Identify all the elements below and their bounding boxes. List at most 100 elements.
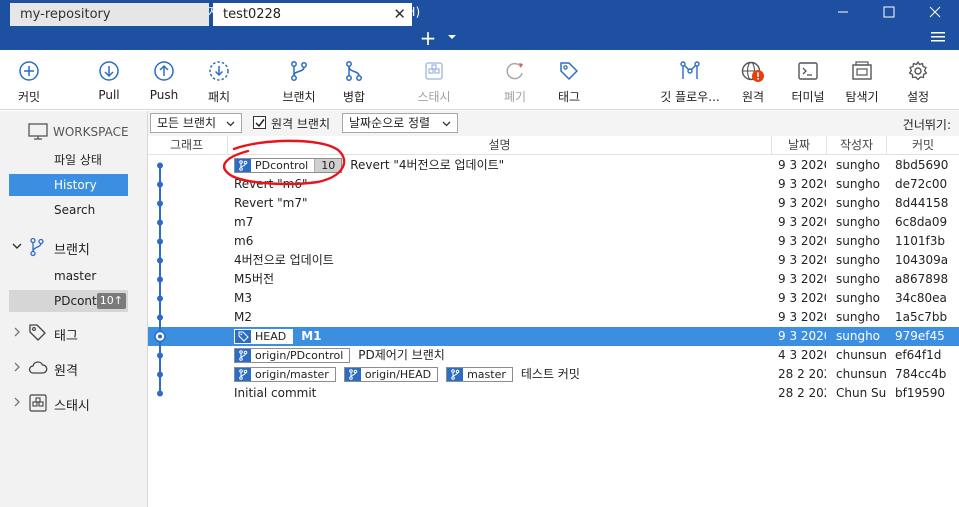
sidebar-section-remotes[interactable]: 원격 [10, 357, 140, 379]
commit-row[interactable]: Revert "m7" 9 3 2020 sungho 8d44158 [148, 194, 959, 213]
merge-button[interactable]: 병합 [333, 50, 375, 110]
commit-message: 4버전으로 업데이트 [234, 253, 334, 267]
sidebar-section-branches[interactable]: 브랜치 [10, 236, 140, 258]
sidebar-section-label: 태그 [54, 329, 78, 344]
commit-row[interactable]: origin/master origin/HEAD master 테스트 커밋 28 2… [148, 365, 959, 384]
commit-row[interactable]: m7 9 3 2020 sungho 6c8da09 [148, 213, 959, 232]
ref-label[interactable]: origin/PDcontrol [234, 348, 351, 363]
push-button[interactable]: Push [143, 50, 185, 110]
remote-branches-checkbox[interactable] [253, 116, 266, 129]
hamburger-menu-icon[interactable] [930, 30, 946, 44]
ref-label[interactable]: master [446, 367, 513, 382]
commit-date: 9 3 2020 [778, 234, 826, 248]
commit-plus-icon [19, 61, 39, 81]
sidebar-item-history[interactable]: History [9, 174, 128, 196]
tag-label: 태그 [557, 90, 581, 104]
fetch-icon [209, 61, 229, 81]
commit-author: sungho [836, 272, 881, 286]
commit-row[interactable]: origin/PDcontrol PD제어기 브랜치 4 3 2020 chunsun… [148, 346, 959, 365]
graph-node [157, 200, 163, 207]
commit-author: sungho [836, 329, 881, 343]
ref-label[interactable]: HEAD [234, 329, 294, 344]
commit-description: origin/PDcontrol PD제어기 브랜치 [234, 346, 770, 365]
tab-test0228[interactable]: test0228 ✕ [213, 3, 412, 26]
tab-list-dropdown-icon[interactable] [447, 33, 457, 41]
sidebar-section-stashes[interactable]: 스태시 [10, 392, 140, 414]
new-tab-button[interactable]: + [418, 27, 438, 49]
column-header-date[interactable]: 날짜 [772, 136, 827, 155]
commit-author: chunsung [836, 348, 886, 362]
ref-ahead-count: 10 [314, 159, 342, 172]
column-header-author[interactable]: 작성자 [827, 136, 887, 155]
commit-description: Initial commit [234, 384, 770, 403]
commit-row[interactable]: 4버전으로 업데이트 9 3 2020 sungho 104309a [148, 251, 959, 270]
sort-dropdown[interactable]: 날짜순으로 정렬 [342, 113, 458, 133]
branch-button[interactable]: 브랜치 [277, 50, 321, 110]
commit-row[interactable]: Revert "m6" 9 3 2020 sungho de72c00 [148, 175, 959, 194]
column-header-commit[interactable]: 커밋 [887, 136, 959, 155]
commit-row[interactable]: PDcontrol 10 Revert "4버전으로 업데이트" 9 3 2020 su… [148, 156, 959, 175]
commit-row[interactable]: HEAD M1 9 3 2020 sungho 979ef45 [148, 327, 959, 346]
pull-button[interactable]: Pull [88, 50, 130, 110]
commit-row[interactable]: M2 9 3 2020 sungho 1a5c7bb [148, 308, 959, 327]
column-header-description[interactable]: 설명 [228, 136, 772, 155]
remote-button[interactable]: 원격 [731, 50, 775, 110]
sidebar-item-search[interactable]: Search [9, 199, 128, 221]
commit-author: sungho [836, 158, 881, 172]
maximize-button[interactable] [866, 0, 912, 24]
pull-arrow-down-icon [99, 61, 119, 81]
fetch-label: 패치 [207, 90, 231, 104]
commit-hash: 6c8da09 [895, 215, 948, 229]
stash-label: 스태시 [417, 90, 451, 104]
branch-icon-box [447, 368, 464, 381]
sidebar-branch-master[interactable]: master [9, 265, 128, 287]
commit-date: 4 3 2020 [778, 348, 826, 362]
commit-button[interactable]: 커밋 [8, 50, 50, 110]
close-window-button[interactable] [912, 0, 958, 24]
tab-my-repository[interactable]: my-repository [10, 3, 209, 26]
commit-hash: 784cc4b [895, 367, 947, 381]
commit-hash: 34c80ea [895, 291, 947, 305]
tag-button[interactable]: 태그 [548, 50, 590, 110]
branch-label: 브랜치 [282, 90, 316, 104]
fetch-button[interactable]: 패치 [198, 50, 240, 110]
ref-label[interactable]: origin/master [234, 367, 336, 382]
commit-row[interactable]: M3 9 3 2020 sungho 34c80ea [148, 289, 959, 308]
branch-icon [291, 61, 307, 81]
discard-button[interactable]: 폐기 [494, 50, 536, 110]
sidebar-section-tags[interactable]: 태그 [10, 322, 140, 344]
commit-date: 9 3 2020 [778, 196, 826, 210]
git-flow-button[interactable]: 깃 플로우... [656, 50, 724, 110]
settings-button[interactable]: 설정 [896, 50, 940, 110]
commit-message: 테스트 커밋 [520, 367, 580, 381]
ref-name: master [467, 368, 506, 381]
ref-label[interactable]: origin/HEAD [343, 367, 439, 382]
push-arrow-up-icon [154, 61, 174, 81]
stash-button[interactable]: 스태시 [410, 50, 458, 110]
terminal-button[interactable]: 터미널 [786, 50, 830, 110]
sidebar-item-file-status[interactable]: 파일 상태 [9, 149, 128, 171]
commit-message: Revert "4버전으로 업데이트" [350, 158, 505, 172]
commit-row[interactable]: Initial commit 28 2 2020 Chun Su bf19590 [148, 384, 959, 403]
minimize-button[interactable] [820, 0, 866, 24]
commit-message: m7 [234, 215, 254, 229]
maximize-icon [883, 6, 895, 18]
commit-author: sungho [836, 234, 881, 248]
sidebar-section-label: 브랜치 [54, 243, 90, 258]
skip-label: 건너뛰기: [902, 118, 951, 132]
merge-label: 병합 [342, 90, 366, 104]
ref-label[interactable]: PDcontrol 10 [234, 158, 343, 173]
tab-close-icon[interactable]: ✕ [393, 3, 406, 26]
commit-row[interactable]: M5버전 9 3 2020 sungho a867898 [148, 270, 959, 289]
branches-dropdown[interactable]: 모든 브랜치 [150, 113, 242, 133]
commit-date: 9 3 2020 [778, 310, 826, 324]
stash-icon [29, 394, 47, 412]
column-header-graph[interactable]: 그래프 [148, 136, 228, 155]
ref-name: origin/master [255, 368, 329, 381]
sidebar-branch-pdcontrol[interactable]: PDcontrol 10↑ [9, 290, 128, 312]
explorer-button[interactable]: 탐색기 [840, 50, 884, 110]
chevron-right-icon [14, 397, 20, 407]
commit-row[interactable]: m6 9 3 2020 sungho 1101f3b [148, 232, 959, 251]
graph-node [157, 276, 163, 283]
commit-table-header: 그래프 설명 날짜 작성자 커밋 [148, 136, 959, 155]
